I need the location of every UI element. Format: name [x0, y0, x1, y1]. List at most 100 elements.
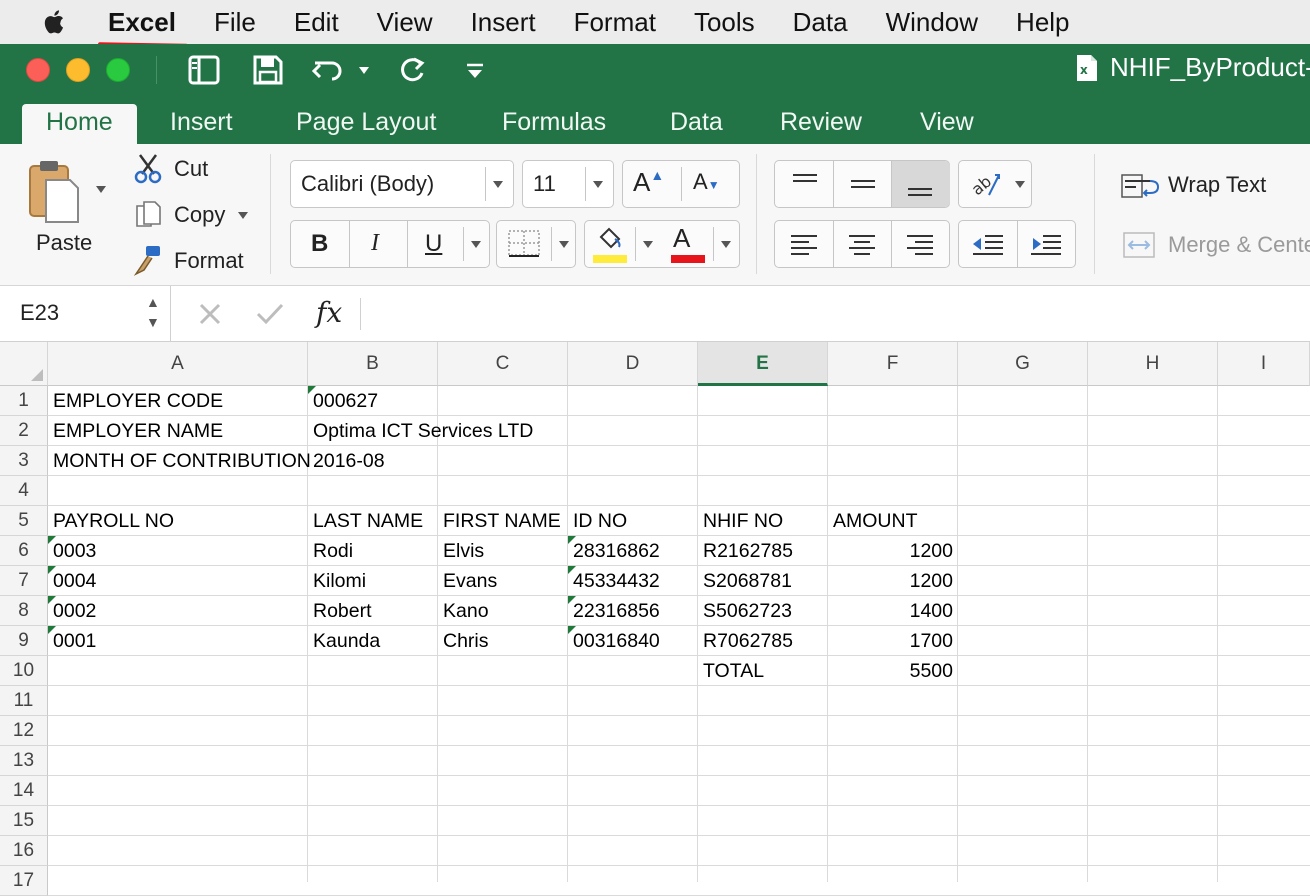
- row-header-13[interactable]: 13: [0, 746, 48, 776]
- cell-a6[interactable]: 0003: [48, 536, 101, 566]
- number-as-text-indicator-icon[interactable]: [48, 596, 56, 604]
- menu-insert[interactable]: Insert: [471, 7, 536, 38]
- row-header-4[interactable]: 4: [0, 476, 48, 506]
- paste-icon[interactable]: [26, 158, 82, 224]
- cell-b9[interactable]: Kaunda: [308, 626, 385, 656]
- number-as-text-indicator-icon[interactable]: [568, 536, 576, 544]
- cell-e8[interactable]: S5062723: [698, 596, 797, 626]
- fill-color-icon[interactable]: [593, 225, 625, 253]
- name-box[interactable]: E23: [20, 300, 59, 326]
- menu-help[interactable]: Help: [1016, 7, 1069, 38]
- row-header-14[interactable]: 14: [0, 776, 48, 806]
- decrease-font-size-button[interactable]: A▼: [693, 169, 720, 195]
- underline-dropdown-icon[interactable]: [471, 241, 481, 248]
- row-header-10[interactable]: 10: [0, 656, 48, 686]
- number-as-text-indicator-icon[interactable]: [308, 386, 316, 394]
- borders-button[interactable]: [496, 220, 576, 268]
- orientation-button[interactable]: ab: [958, 160, 1032, 208]
- cell-c6[interactable]: Elvis: [438, 536, 489, 566]
- number-as-text-indicator-icon[interactable]: [48, 536, 56, 544]
- menu-file[interactable]: File: [214, 7, 256, 38]
- cell-c8[interactable]: Kano: [438, 596, 494, 626]
- copy-icon[interactable]: [134, 200, 164, 230]
- cell-d8[interactable]: 22316856: [568, 596, 665, 626]
- row-header-15[interactable]: 15: [0, 806, 48, 836]
- italic-button[interactable]: I: [371, 230, 379, 257]
- menu-format[interactable]: Format: [574, 7, 656, 38]
- merge-center-icon[interactable]: [1122, 230, 1156, 260]
- menu-tools[interactable]: Tools: [694, 7, 755, 38]
- cell-c7[interactable]: Evans: [438, 566, 502, 596]
- cell-b7[interactable]: Kilomi: [308, 566, 371, 596]
- format-painter-label[interactable]: Format: [174, 248, 244, 274]
- cell-a9[interactable]: 0001: [48, 626, 101, 656]
- align-middle-icon[interactable]: [849, 171, 877, 197]
- number-as-text-indicator-icon[interactable]: [48, 626, 56, 634]
- cut-icon[interactable]: [132, 152, 164, 184]
- row-header-11[interactable]: 11: [0, 686, 48, 716]
- number-as-text-indicator-icon[interactable]: [568, 596, 576, 604]
- select-all-corner[interactable]: [0, 342, 48, 386]
- merge-center-label[interactable]: Merge & Cente: [1168, 232, 1310, 258]
- tab-data[interactable]: Data: [646, 104, 747, 144]
- align-bottom-button[interactable]: [892, 161, 950, 207]
- cell-a1[interactable]: EMPLOYER CODE: [48, 386, 228, 416]
- close-window-button[interactable]: [26, 58, 50, 82]
- undo-dropdown-icon[interactable]: [359, 67, 369, 74]
- spreadsheet-grid[interactable]: A B C D E F G H I 1 2 3 4 5 6 7 8 9 10 11 12 13 14 15 16 17 EMPLO…: [0, 342, 1310, 896]
- cell-e9[interactable]: R7062785: [698, 626, 798, 656]
- format-painter-icon[interactable]: [132, 244, 164, 276]
- cell-d9[interactable]: 00316840: [568, 626, 665, 656]
- column-header-e[interactable]: E: [698, 342, 828, 386]
- cell-d6[interactable]: 28316862: [568, 536, 665, 566]
- menu-view[interactable]: View: [377, 7, 433, 38]
- formula-input[interactable]: [372, 292, 1302, 336]
- column-header-c[interactable]: C: [438, 342, 568, 386]
- row-header-9[interactable]: 9: [0, 626, 48, 656]
- enter-checkmark-icon[interactable]: [254, 300, 286, 328]
- cell-a7[interactable]: 0004: [48, 566, 101, 596]
- cell-b8[interactable]: Robert: [308, 596, 377, 626]
- borders-dropdown-icon[interactable]: [559, 241, 569, 248]
- orientation-dropdown-icon[interactable]: [1015, 181, 1025, 188]
- cell-c9[interactable]: Chris: [438, 626, 494, 656]
- number-as-text-indicator-icon[interactable]: [48, 566, 56, 574]
- row-header-7[interactable]: 7: [0, 566, 48, 596]
- align-center-icon[interactable]: [847, 231, 877, 257]
- number-as-text-indicator-icon[interactable]: [568, 626, 576, 634]
- column-header-a[interactable]: A: [48, 342, 308, 386]
- column-header-b[interactable]: B: [308, 342, 438, 386]
- row-header-5[interactable]: 5: [0, 506, 48, 536]
- tab-review[interactable]: Review: [756, 104, 886, 144]
- cell-d7[interactable]: 45334432: [568, 566, 665, 596]
- menu-edit[interactable]: Edit: [294, 7, 339, 38]
- cell-f6[interactable]: 1200: [828, 536, 958, 566]
- menu-window[interactable]: Window: [886, 7, 978, 38]
- cell-e5[interactable]: NHIF NO: [698, 506, 788, 536]
- cell-c5[interactable]: FIRST NAME: [438, 506, 566, 536]
- cell-b1[interactable]: 000627: [308, 386, 383, 416]
- row-header-8[interactable]: 8: [0, 596, 48, 626]
- row-header-1[interactable]: 1: [0, 386, 48, 416]
- wrap-text-icon[interactable]: [1120, 172, 1162, 200]
- decrease-indent-icon[interactable]: [971, 231, 1005, 257]
- align-top-icon[interactable]: [791, 171, 819, 197]
- font-color-button[interactable]: A: [673, 223, 690, 254]
- minimize-window-button[interactable]: [66, 58, 90, 82]
- copy-dropdown-icon[interactable]: [238, 212, 248, 219]
- cell-b5[interactable]: LAST NAME: [308, 506, 428, 536]
- name-box-up-icon[interactable]: ▲: [146, 294, 160, 310]
- bold-button[interactable]: B: [311, 230, 328, 258]
- cell-f7[interactable]: 1200: [828, 566, 958, 596]
- redo-icon[interactable]: [394, 53, 430, 87]
- cell-e10[interactable]: TOTAL: [698, 656, 769, 686]
- insert-function-icon[interactable]: fx: [316, 296, 342, 329]
- row-header-3[interactable]: 3: [0, 446, 48, 476]
- name-box-down-icon[interactable]: ▼: [146, 314, 160, 330]
- cell-a2[interactable]: EMPLOYER NAME: [48, 416, 228, 446]
- tab-home[interactable]: Home: [22, 104, 137, 144]
- menu-excel[interactable]: Excel: [108, 7, 176, 38]
- row-header-2[interactable]: 2: [0, 416, 48, 446]
- save-icon[interactable]: [250, 53, 286, 87]
- column-header-d[interactable]: D: [568, 342, 698, 386]
